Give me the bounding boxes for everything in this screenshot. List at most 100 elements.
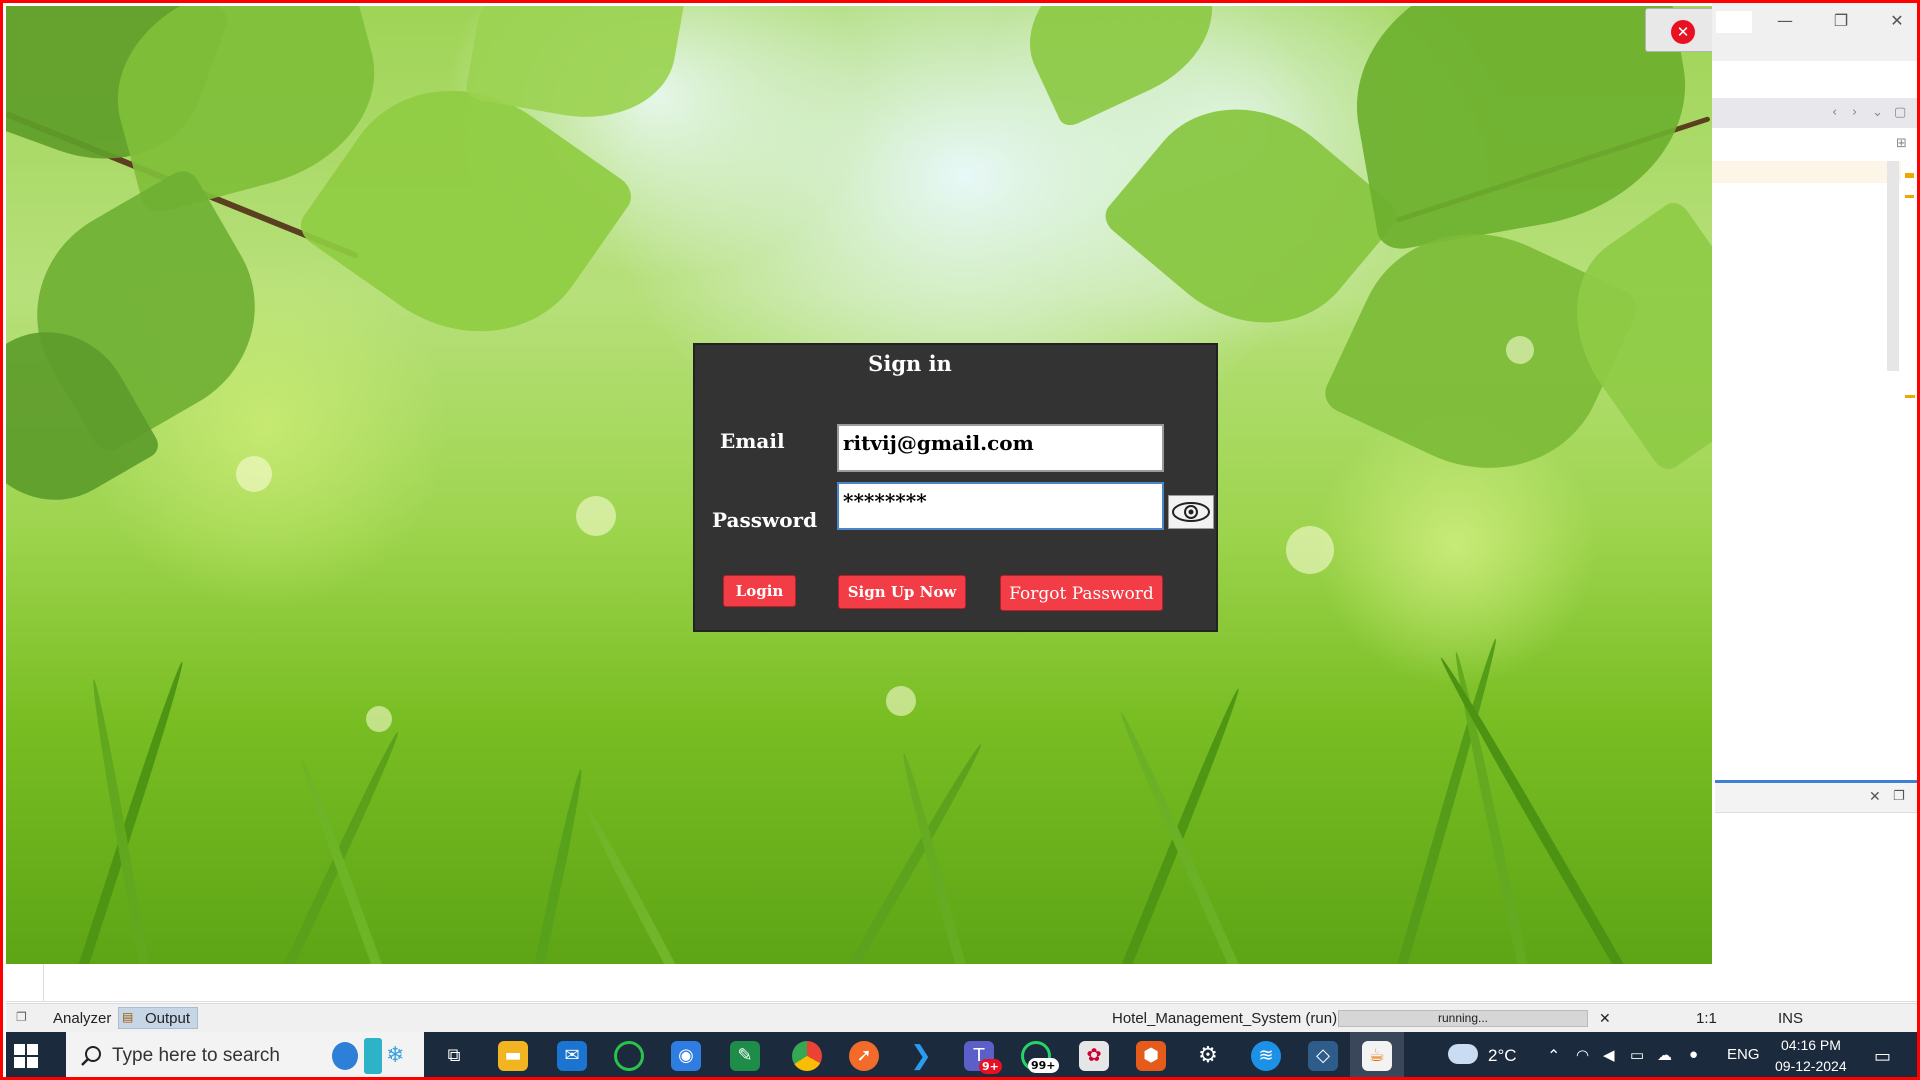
- battery-icon[interactable]: ▭: [1630, 1046, 1644, 1064]
- bokeh-light: [1286, 526, 1334, 574]
- window-close-icon[interactable]: ✕: [1886, 11, 1908, 31]
- restore-window-icon[interactable]: ❐: [16, 1010, 27, 1024]
- search-icon: [81, 1046, 101, 1066]
- windows-taskbar: Type here to search ❄ ⧉ ▬ ✉ ◉ ✎ ➚ ❯ T 9+…: [6, 1032, 1917, 1077]
- email-label: Email: [720, 429, 785, 453]
- clock-date[interactable]: 09-12-2024: [1775, 1058, 1847, 1074]
- ide-window: — ❐ ✕ ‹ › ⌄ ▢ ⊞: [1712, 3, 1917, 1003]
- chevron-down-icon[interactable]: ⌄: [1872, 98, 1883, 128]
- ide-output-area: [6, 964, 1917, 1002]
- chrome-icon[interactable]: [792, 1041, 822, 1071]
- warning-marker[interactable]: [1905, 395, 1915, 398]
- app-close-button[interactable]: ✕: [1645, 8, 1712, 52]
- chevron-right-icon[interactable]: ›: [1852, 98, 1857, 128]
- ide-editor-line: [1712, 161, 1907, 183]
- bokeh-light: [236, 456, 272, 492]
- java-icon: ☕: [1362, 1041, 1392, 1071]
- mail-icon[interactable]: ✉: [557, 1041, 587, 1071]
- ide-scrollbar[interactable]: [1887, 161, 1899, 371]
- ide-error-stripe: [1901, 161, 1917, 773]
- restore-icon[interactable]: ❐: [1830, 11, 1852, 31]
- show-hidden-icons-icon[interactable]: ⌃: [1547, 1046, 1560, 1066]
- sign-in-title: Sign in: [868, 351, 952, 376]
- docker-icon[interactable]: ≋: [1251, 1041, 1281, 1071]
- teams-badge: 9+: [979, 1059, 1002, 1074]
- netbeans-icon[interactable]: ◇: [1308, 1041, 1338, 1071]
- snowflake-icon[interactable]: ❄: [386, 1042, 404, 1068]
- office-icon[interactable]: ⬢: [1136, 1041, 1166, 1071]
- split-view-icon[interactable]: ⊞: [1896, 133, 1907, 155]
- weather-temperature[interactable]: 2°C: [1488, 1046, 1517, 1066]
- eye-icon: [1172, 502, 1210, 522]
- leaf-decoration: [1005, 6, 1237, 130]
- ide-title-field: [1716, 11, 1752, 33]
- grass-blade: [583, 807, 696, 964]
- output-tab-label: Output: [145, 1010, 191, 1027]
- close-icon: ✕: [1671, 20, 1695, 44]
- bokeh-light: [366, 706, 392, 732]
- panel-restore-icon[interactable]: ❐: [1893, 789, 1905, 804]
- bokeh-light: [886, 686, 916, 716]
- ide-editor-tabs-bar: ‹ › ⌄ ▢: [1712, 98, 1917, 128]
- excel-icon[interactable]: ✎: [730, 1041, 760, 1071]
- chevron-left-icon[interactable]: ‹: [1832, 98, 1837, 128]
- sync-icon[interactable]: [614, 1041, 644, 1071]
- ide-output-gutter: [6, 964, 44, 1002]
- microphone-icon[interactable]: ●: [1689, 1046, 1698, 1063]
- notifications-icon[interactable]: ▭: [1874, 1046, 1891, 1067]
- run-task-name[interactable]: Hotel_Management_System (run): [1112, 1010, 1337, 1027]
- minimize-icon[interactable]: —: [1774, 11, 1796, 31]
- hotel-management-app-window: ✕ Sign in Email ritvij@gmail.com Passwor…: [6, 6, 1712, 964]
- cancel-run-icon[interactable]: ✕: [1599, 1010, 1611, 1027]
- warning-marker[interactable]: [1905, 195, 1914, 198]
- bokeh-light: [576, 496, 616, 536]
- panel-close-icon[interactable]: ✕: [1869, 789, 1881, 805]
- copilot-icon[interactable]: [332, 1042, 358, 1070]
- ide-status-bar: ❐ Analyzer ▤ Output Hotel_Management_Sys…: [6, 1003, 1917, 1032]
- taskbar-search-box[interactable]: Type here to search ❄: [66, 1032, 424, 1077]
- desktop-screen: — ❐ ✕ ‹ › ⌄ ▢ ⊞ ✕ ❐ ✕ Sign in Email ritv…: [0, 0, 1920, 1080]
- ide-editor-toolbar: ⊞: [1712, 133, 1917, 155]
- edge-icon[interactable]: ◉: [671, 1041, 701, 1071]
- clock-time[interactable]: 04:16 PM: [1781, 1037, 1841, 1053]
- grass-blade: [1436, 655, 1646, 964]
- password-field[interactable]: ********: [837, 482, 1164, 530]
- search-placeholder: Type here to search: [112, 1045, 280, 1066]
- task-view-icon[interactable]: ⧉: [439, 1041, 469, 1071]
- file-explorer-icon[interactable]: ▬: [498, 1041, 528, 1071]
- grass-blade: [66, 660, 188, 964]
- email-field[interactable]: ritvij@gmail.com: [837, 424, 1164, 472]
- show-password-button[interactable]: [1168, 495, 1214, 529]
- ide-titlebar: — ❐ ✕: [1712, 3, 1917, 61]
- bokeh-light: [1506, 336, 1534, 364]
- language-indicator[interactable]: ENG: [1727, 1046, 1760, 1063]
- cursor-position: 1:1: [1696, 1010, 1717, 1027]
- java-app-taskbar-button[interactable]: ☕: [1350, 1032, 1404, 1077]
- maximize-icon[interactable]: ▢: [1894, 98, 1906, 128]
- analyzer-tab[interactable]: Analyzer: [53, 1010, 111, 1027]
- output-window-icon: ▤: [122, 1010, 134, 1024]
- weather-cloud-icon[interactable]: [1448, 1044, 1478, 1064]
- sign-up-button[interactable]: Sign Up Now: [838, 575, 966, 609]
- volume-icon[interactable]: ◀: [1603, 1046, 1615, 1064]
- postman-icon[interactable]: ➚: [849, 1041, 879, 1071]
- widgets-icon[interactable]: [364, 1038, 382, 1074]
- vscode-icon[interactable]: ❯: [906, 1041, 936, 1071]
- password-label: Password: [712, 508, 818, 532]
- forgot-password-button[interactable]: Forgot Password: [1000, 575, 1163, 611]
- run-progress-bar: running...: [1338, 1010, 1588, 1027]
- settings-icon[interactable]: ⚙: [1193, 1041, 1223, 1071]
- paint-icon[interactable]: ✿: [1079, 1041, 1109, 1071]
- ide-panel-header: ✕ ❐: [1715, 783, 1917, 813]
- onedrive-icon[interactable]: ☁: [1657, 1046, 1672, 1064]
- warning-marker[interactable]: [1905, 173, 1914, 178]
- grass-blade: [297, 757, 396, 964]
- grass-blade: [526, 768, 586, 964]
- output-tab[interactable]: ▤ Output: [118, 1007, 198, 1029]
- login-button[interactable]: Login: [723, 575, 796, 607]
- windows-start-icon[interactable]: [14, 1044, 38, 1068]
- insert-mode: INS: [1778, 1010, 1804, 1027]
- sign-in-panel: Sign in Email ritvij@gmail.com Password …: [693, 343, 1218, 632]
- whatsapp-badge: 99+: [1028, 1058, 1059, 1073]
- wifi-icon[interactable]: ◠: [1576, 1046, 1589, 1064]
